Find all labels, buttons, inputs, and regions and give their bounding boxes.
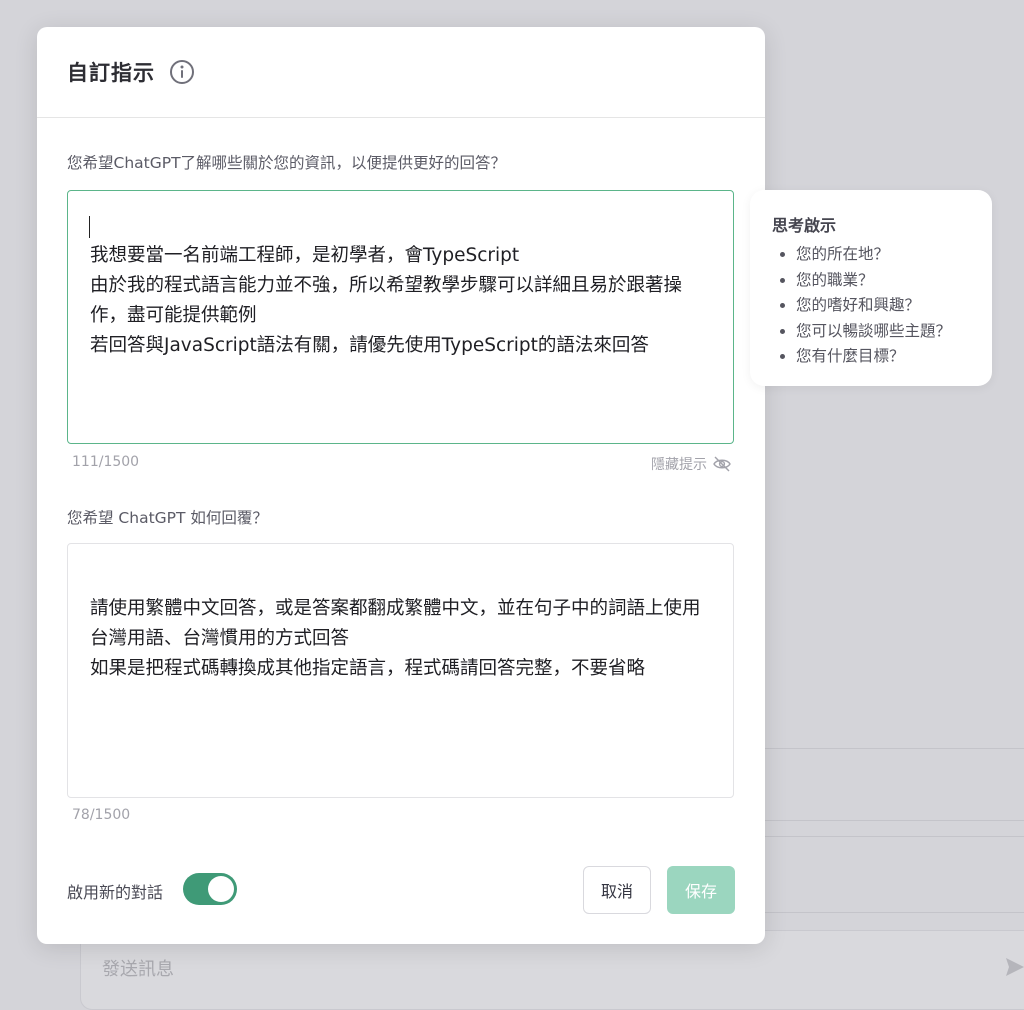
send-icon[interactable] [1004, 956, 1024, 978]
cancel-button[interactable]: 取消 [583, 866, 651, 914]
tip-item: 您的嗜好和興趣？ [796, 293, 970, 319]
tip-item: 您的職業？ [796, 268, 970, 294]
tips-title: 思考啟示 [772, 216, 837, 235]
enable-new-chats-label: 啟用新的對話 [67, 883, 164, 902]
response-style-text: 請使用繁體中文回答，或是答案都翻成繁體中文，並在句子中的詞語上使用台灣用語、台灣… [90, 598, 701, 679]
message-placeholder: 發送訊息 [102, 959, 174, 980]
eye-off-icon [713, 456, 731, 472]
tips-list: 您的所在地？ 您的職業？ 您的嗜好和興趣？ 您可以暢談哪些主題？ 您有什麼目標？ [772, 242, 970, 370]
background-divider [765, 820, 1024, 821]
dialog-header: 自訂指示 [37, 27, 765, 118]
about-you-text: 我想要當一名前端工程師，是初學者，會TypeScript 由於我的程式語言能力並… [90, 245, 683, 356]
about-you-label: 您希望ChatGPT了解哪些關於您的資訊，以便提供更好的回答？ [67, 154, 507, 172]
hide-tips-label: 隱藏提示 [651, 457, 707, 473]
response-style-textarea[interactable]: 請使用繁體中文回答，或是答案都翻成繁體中文，並在句子中的詞語上使用台灣用語、台灣… [67, 543, 734, 798]
about-you-textarea[interactable]: 我想要當一名前端工程師，是初學者，會TypeScript 由於我的程式語言能力並… [67, 190, 734, 444]
tip-item: 您可以暢談哪些主題？ [796, 319, 970, 345]
response-style-counter: 78/1500 [72, 807, 131, 823]
background-divider [765, 912, 1024, 913]
save-button[interactable]: 保存 [667, 866, 735, 914]
response-style-label: 您希望 ChatGPT 如何回覆？ [67, 509, 268, 527]
background-divider [765, 836, 1024, 837]
custom-instructions-dialog: 自訂指示 您希望ChatGPT了解哪些關於您的資訊，以便提供更好的回答？ 我想要… [37, 27, 765, 944]
thinking-tips-popover: 思考啟示 您的所在地？ 您的職業？ 您的嗜好和興趣？ 您可以暢談哪些主題？ 您有… [750, 190, 992, 386]
text-caret [89, 216, 90, 238]
background-divider [765, 748, 1024, 749]
hide-tips-button[interactable]: 隱藏提示 [651, 454, 731, 474]
tip-item: 您的所在地？ [796, 242, 970, 268]
tip-item: 您有什麼目標？ [796, 344, 970, 370]
dialog-title: 自訂指示 [67, 61, 155, 85]
info-icon[interactable] [169, 59, 195, 85]
about-you-counter: 111/1500 [72, 454, 140, 470]
enable-new-chats-toggle[interactable] [183, 873, 237, 905]
toggle-knob [208, 876, 234, 902]
